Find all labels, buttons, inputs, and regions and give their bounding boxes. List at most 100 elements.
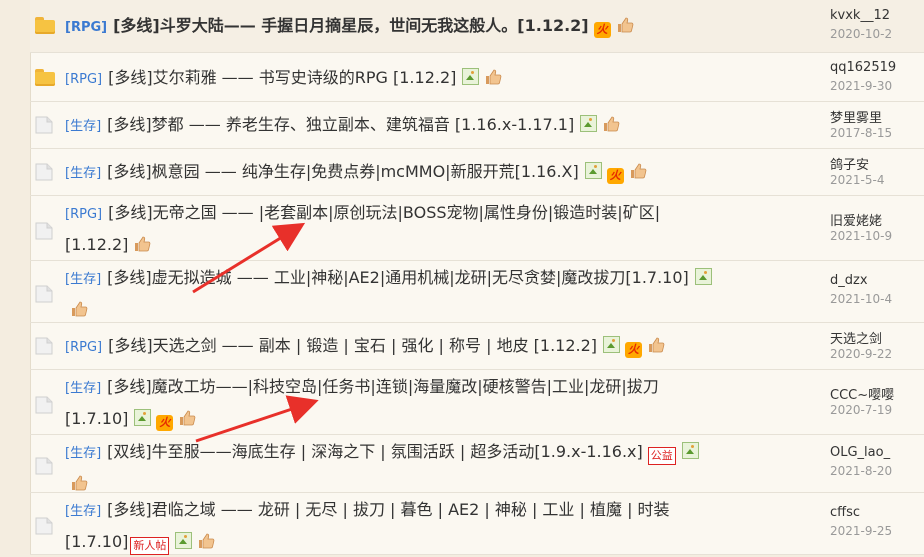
category-tag[interactable]: [生存] bbox=[65, 381, 101, 396]
post-date: 2021-5-4 bbox=[830, 172, 885, 187]
thread-link[interactable]: [多线]艾尔莉雅 —— 书写史诗级的RPG [1.12.2] bbox=[108, 68, 456, 87]
page-icon bbox=[35, 163, 57, 181]
thread-link[interactable]: [多线]斗罗大陆—— 手握日月摘星辰，世间无我这般人。[1.12.2] bbox=[113, 16, 589, 35]
title-line bbox=[65, 295, 755, 325]
thread-title[interactable]: [生存] [多线]魔改工坊——|科技空岛|任务书|连锁|海量魔改|硬核警告|工业|… bbox=[65, 372, 755, 434]
category-tag[interactable]: [生存] bbox=[65, 504, 101, 519]
thumb-up-icon bbox=[604, 116, 620, 131]
author-name[interactable]: 梦里雾里 bbox=[830, 107, 900, 126]
page-icon bbox=[35, 285, 57, 303]
category-tag[interactable]: [生存] bbox=[65, 446, 101, 461]
folder-body bbox=[35, 20, 55, 34]
thread-link[interactable]: [多线]魔改工坊——|科技空岛|任务书|连锁|海量魔改|硬核警告|工业|龙研|拔… bbox=[107, 377, 659, 396]
category-tag[interactable]: [生存] bbox=[65, 272, 101, 287]
thread-title[interactable]: [生存] [多线]虚无拟造城 —— 工业|神秘|AE2|通用机械|龙研|无尽贪婪|… bbox=[65, 263, 755, 325]
thread-title[interactable]: [RPG] [多线]天选之剑 —— 副本 | 锻造 | 宝石 | 强化 | 称号 … bbox=[65, 331, 755, 363]
thread-title[interactable]: [生存] [多线]君临之域 —— 龙研 | 无尽 | 拔刀 | 暮色 | AE2 … bbox=[65, 495, 755, 557]
thread-link[interactable]: [多线]君临之域 —— 龙研 | 无尽 | 拔刀 | 暮色 | AE2 | 神秘… bbox=[107, 500, 669, 519]
thumb-up-icon bbox=[72, 475, 88, 491]
category-tag[interactable]: [RPG] bbox=[65, 20, 107, 35]
title-line: [生存] [多线]枫意园 —— 纯净生存|免费点券|mcMMO|新服开荒[1.16… bbox=[65, 157, 755, 189]
thread-title[interactable]: [生存] [多线]枫意园 —— 纯净生存|免费点券|mcMMO|新服开荒[1.16… bbox=[65, 157, 755, 189]
page-icon bbox=[35, 116, 57, 134]
author-name[interactable]: kvxk__12 bbox=[830, 8, 900, 23]
post-date: 2020-10-2 bbox=[830, 27, 893, 41]
title-line: [RPG] [多线]艾尔莉雅 —— 书写史诗级的RPG [1.12.2] bbox=[65, 63, 755, 95]
title-line: [1.12.2] bbox=[65, 230, 755, 260]
post-date: 2021-10-4 bbox=[830, 292, 893, 306]
thread-link[interactable]: [多线]枫意园 —— 纯净生存|免费点券|mcMMO|新服开荒[1.16.X] bbox=[107, 162, 579, 181]
image-attachment-icon bbox=[134, 409, 152, 426]
thread-link-continued[interactable]: [1.7.10] bbox=[65, 409, 128, 428]
post-date: 2021-9-30 bbox=[830, 78, 893, 93]
thread-title[interactable]: [RPG] [多线]斗罗大陆—— 手握日月摘星辰，世间无我这般人。[1.12.2]… bbox=[65, 11, 755, 43]
thread-title[interactable]: [RPG] [多线]无帝之国 —— |老套副本|原创玩法|BOSS宠物|属性身份|… bbox=[65, 198, 755, 260]
post-date: 2017-8-15 bbox=[830, 125, 893, 140]
image-attachment-icon bbox=[462, 67, 480, 85]
title-line: [生存] [多线]梦都 —— 养老生存、独立副本、建筑福音 [1.16.x-1.1… bbox=[65, 110, 755, 142]
title-line: [生存] [多线]魔改工坊——|科技空岛|任务书|连锁|海量魔改|硬核警告|工业|… bbox=[65, 372, 755, 404]
page-icon bbox=[35, 337, 57, 355]
thread-link-continued[interactable]: [1.7.10] bbox=[65, 532, 128, 551]
thread-title[interactable]: [生存] [多线]梦都 —— 养老生存、独立副本、建筑福音 [1.16.x-1.1… bbox=[65, 110, 755, 142]
thumb-up-icon bbox=[135, 236, 151, 252]
post-date: 2021-10-9 bbox=[830, 228, 893, 243]
thumb-up-icon bbox=[199, 533, 215, 549]
thumb-up-icon bbox=[180, 410, 196, 426]
thumb-up-icon bbox=[649, 337, 665, 352]
author-name[interactable]: qq162519 bbox=[830, 60, 900, 75]
title-line: [生存] [多线]虚无拟造城 —— 工业|神秘|AE2|通用机械|龙研|无尽贪婪|… bbox=[65, 263, 755, 295]
page-icon bbox=[35, 457, 57, 475]
thread-link[interactable]: [多线]虚无拟造城 —— 工业|神秘|AE2|通用机械|龙研|无尽贪婪|魔改拔刀… bbox=[107, 268, 689, 287]
hot-badge: 火 bbox=[625, 341, 643, 358]
title-line: [RPG] [多线]无帝之国 —— |老套副本|原创玩法|BOSS宠物|属性身份|… bbox=[65, 198, 755, 230]
author-name[interactable]: OLG_lao_ bbox=[830, 445, 900, 460]
folder-icon bbox=[35, 68, 57, 87]
category-tag[interactable]: [生存] bbox=[65, 166, 101, 181]
folder-body bbox=[35, 71, 55, 86]
thumb-up-icon bbox=[630, 163, 647, 178]
author-name[interactable]: 旧爱姥姥 bbox=[830, 210, 900, 229]
thumb-up-icon bbox=[72, 301, 88, 317]
image-attachment-icon bbox=[681, 442, 699, 459]
new-user-badge: 新人帖 bbox=[130, 537, 170, 555]
hot-badge: 火 bbox=[606, 167, 624, 184]
hot-badge: 火 bbox=[593, 22, 611, 38]
charity-badge: 公益 bbox=[647, 447, 676, 465]
category-tag[interactable]: [生存] bbox=[65, 119, 101, 134]
image-attachment-icon bbox=[580, 114, 598, 132]
category-tag[interactable]: [RPG] bbox=[65, 340, 102, 355]
category-tag[interactable]: [RPG] bbox=[65, 207, 102, 222]
thread-link[interactable]: [双线]牛至服——海底生存 | 深海之下 | 氛围活跃 | 超多活动[1.9.x… bbox=[107, 442, 643, 461]
title-line: [1.7.10] 火 bbox=[65, 404, 755, 434]
page-icon bbox=[35, 222, 57, 240]
image-attachment-icon bbox=[175, 532, 193, 549]
thread-title[interactable]: [RPG] [多线]艾尔莉雅 —— 书写史诗级的RPG [1.12.2] bbox=[65, 63, 755, 95]
title-line: [RPG] [多线]天选之剑 —— 副本 | 锻造 | 宝石 | 强化 | 称号 … bbox=[65, 331, 755, 363]
image-attachment-icon bbox=[603, 335, 621, 353]
page-icon bbox=[35, 517, 57, 535]
author-name[interactable]: 鸽子安 bbox=[830, 154, 900, 173]
image-attachment-icon bbox=[694, 268, 712, 285]
author-name[interactable]: d_dzx bbox=[830, 273, 900, 288]
post-date: 2020-7-19 bbox=[830, 402, 893, 417]
post-date: 2020-9-22 bbox=[830, 346, 893, 361]
thread-link[interactable]: [多线]梦都 —— 养老生存、独立副本、建筑福音 [1.16.x-1.17.1] bbox=[107, 115, 574, 134]
folder-icon bbox=[35, 17, 57, 35]
author-name[interactable]: 天选之剑 bbox=[830, 328, 900, 347]
thread-title[interactable]: [生存] [双线]牛至服——海底生存 | 深海之下 | 氛围活跃 | 超多活动[1… bbox=[65, 437, 755, 499]
image-attachment-icon bbox=[584, 161, 602, 179]
author-name[interactable]: cffsc bbox=[830, 505, 900, 520]
thread-link[interactable]: [多线]天选之剑 —— 副本 | 锻造 | 宝石 | 强化 | 称号 | 地皮 … bbox=[108, 336, 597, 355]
title-line: [1.7.10] 新人帖 bbox=[65, 527, 755, 557]
author-name[interactable]: CCC~嘤嘤 bbox=[830, 384, 900, 403]
post-date: 2021-9-25 bbox=[830, 524, 893, 538]
page-icon bbox=[35, 396, 57, 414]
thread-link[interactable]: [多线]无帝之国 —— |老套副本|原创玩法|BOSS宠物|属性身份|锻造时装|… bbox=[108, 203, 660, 222]
thread-link-continued[interactable]: [1.12.2] bbox=[65, 235, 128, 254]
post-date: 2021-8-20 bbox=[830, 464, 893, 478]
category-tag[interactable]: [RPG] bbox=[65, 72, 102, 87]
title-line: [生存] [多线]君临之域 —— 龙研 | 无尽 | 拔刀 | 暮色 | AE2 … bbox=[65, 495, 755, 527]
title-line: [生存] [双线]牛至服——海底生存 | 深海之下 | 氛围活跃 | 超多活动[1… bbox=[65, 437, 755, 469]
hot-badge: 火 bbox=[156, 415, 174, 431]
